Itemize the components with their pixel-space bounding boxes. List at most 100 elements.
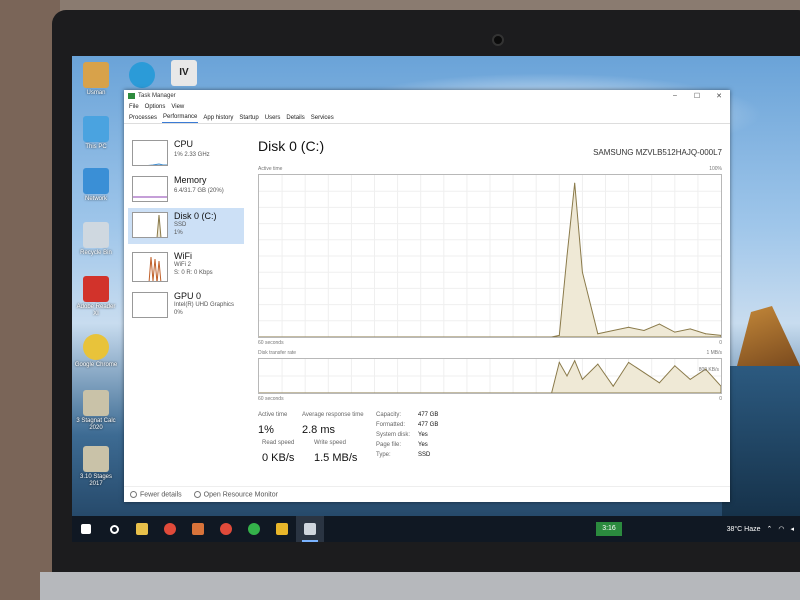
sidebar-item-detail: Intel(R) UHD Graphics <box>174 302 235 308</box>
document-icon <box>83 446 109 472</box>
taskbar-chrome-1[interactable] <box>156 516 184 542</box>
active-time-value: 1% <box>258 424 274 436</box>
desktop-icon-edge[interactable] <box>120 62 164 88</box>
desktop-icon-this-pc[interactable]: This PC <box>74 116 118 151</box>
search-button[interactable] <box>100 516 128 542</box>
graph2-max-label: 1 MB/s <box>706 350 722 356</box>
window-controls: – ☐ ✕ <box>664 92 730 100</box>
transfer-rate-chart <box>259 359 721 393</box>
maximize-button[interactable]: ☐ <box>686 92 708 100</box>
open-resource-monitor-link[interactable]: Open Resource Monitor <box>193 490 278 498</box>
sidebar-item-detail-2: 0% <box>174 310 183 316</box>
sidebar-item-label: WiFi <box>174 251 192 261</box>
system-tray: 38°C Haze ⌃ ◠ ◂ <box>727 516 800 542</box>
menu-options[interactable]: Options <box>145 104 166 110</box>
chart-point <box>558 361 560 363</box>
webcam <box>492 34 504 46</box>
sidebar-item-disk-0[interactable]: Disk 0 (C:) SSD 1% <box>128 208 244 244</box>
task-manager-icon <box>128 93 135 99</box>
chart-point <box>628 361 630 363</box>
chart-point <box>643 330 645 332</box>
desktop-icon-adobe-reader[interactable]: Adobe Reader XI <box>74 276 118 318</box>
taskbar-media[interactable] <box>184 516 212 542</box>
wallpaper-sea <box>722 366 800 516</box>
menu-view[interactable]: View <box>171 104 184 110</box>
active-time-label: Active time <box>258 412 288 418</box>
taskbar-chrome-2[interactable] <box>212 516 240 542</box>
info-value: Yes <box>418 432 428 438</box>
avg-response-label: Average response time <box>302 412 364 418</box>
title-bar[interactable]: Task Manager – ☐ ✕ <box>124 90 730 102</box>
desktop-icon-shortcut-2[interactable]: 3.10 Stages 2017 <box>74 446 118 488</box>
sidebar-item-cpu[interactable]: CPU 1% 2.33 GHz <box>128 136 244 172</box>
tab-details[interactable]: Details <box>285 115 305 123</box>
sidebar-item-detail-2: 1% <box>174 230 183 236</box>
sidebar-item-memory[interactable]: Memory 6.4/31.7 GB (20%) <box>128 172 244 208</box>
sidebar-item-detail: SSD <box>174 222 187 228</box>
window-title: Task Manager <box>138 93 176 99</box>
taskbar-whatsapp[interactable] <box>240 516 268 542</box>
graph1-min-label: 0 <box>719 340 722 346</box>
desktop-icon-label: 3.10 Stages 2017 <box>79 474 113 487</box>
volume-icon[interactable]: ◂ <box>790 525 794 533</box>
cpu-thumbnail-graph <box>132 140 168 166</box>
tab-performance[interactable]: Performance <box>162 114 199 123</box>
graph1-caption: Active time <box>258 166 283 172</box>
chart-point <box>674 331 676 333</box>
tab-users[interactable]: Users <box>264 115 282 123</box>
desktop-icon-label: Google Chrome <box>74 362 118 368</box>
tab-app-history[interactable]: App history <box>202 115 234 123</box>
chart-point <box>597 363 599 365</box>
sidebar-item-gpu-0[interactable]: GPU 0 Intel(R) UHD Graphics 0% <box>128 288 244 324</box>
chart-point <box>643 372 645 374</box>
wifi-icon[interactable]: ◠ <box>778 525 784 533</box>
fewer-details-link[interactable]: Fewer details <box>130 490 182 498</box>
avg-response-value: 2.8 ms <box>302 424 336 436</box>
taskbar-task-manager[interactable] <box>296 516 324 542</box>
desktop-icon-recycle-bin[interactable]: Recycle Bin <box>74 222 118 257</box>
tab-services[interactable]: Services <box>310 115 335 123</box>
sidebar-item-wifi[interactable]: WiFi WiFi 2 S: 0 R: 0 Kbps <box>128 248 244 284</box>
pdf-icon <box>83 276 109 302</box>
wifi-thumbnail-graph <box>132 252 168 282</box>
tab-startup[interactable]: Startup <box>238 115 259 123</box>
media-icon <box>192 523 204 535</box>
chart-point <box>581 378 583 380</box>
chart-point <box>581 271 583 273</box>
desktop-icon-shortcut-1[interactable]: 3 Stagnat Calc 2020 <box>74 390 118 432</box>
desktop-icon-label: Usman <box>86 90 106 96</box>
search-icon <box>109 524 119 534</box>
edge-icon <box>129 62 155 88</box>
desktop-icon-chrome[interactable]: Google Chrome <box>74 334 118 369</box>
chevron-up-icon[interactable]: ⌃ <box>767 525 773 533</box>
chart-point <box>597 333 599 335</box>
chart-point <box>674 365 676 367</box>
taskbar-app[interactable] <box>268 516 296 542</box>
taskbar-file-explorer[interactable] <box>128 516 156 542</box>
desktop-icon-label: Recycle Bin <box>80 250 112 256</box>
minimize-button[interactable]: – <box>664 92 686 100</box>
sidebar-item-label: Disk 0 (C:) <box>174 211 217 221</box>
close-button[interactable]: ✕ <box>708 92 730 100</box>
desktop-icon-iv[interactable]: IV <box>162 60 206 86</box>
info-label: Page file: <box>376 442 402 448</box>
transfer-rate-graph: 800 KB/s <box>258 358 722 394</box>
menu-file[interactable]: File <box>129 104 139 110</box>
desktop-icon-network[interactable]: Network <box>74 168 118 203</box>
graph1-max-label: 100% <box>709 166 722 172</box>
memory-thumbnail-graph <box>132 176 168 202</box>
desktop-icon-label: This PC <box>85 144 107 150</box>
desktop-icon-user[interactable]: Usman <box>74 62 118 97</box>
chrome-icon <box>164 523 176 535</box>
start-button[interactable] <box>72 516 100 542</box>
sidebar-item-detail: WiFi 2 <box>174 262 191 268</box>
weather-widget[interactable]: 38°C Haze <box>727 526 761 533</box>
task-manager-icon <box>304 523 316 535</box>
sidebar-item-detail: 6.4/31.7 GB (20%) <box>174 188 224 194</box>
wallpaper-rock <box>737 306 800 366</box>
info-value: Yes <box>418 442 428 448</box>
chevron-up-icon <box>130 490 137 498</box>
taskbar-clock[interactable]: 3:16 <box>596 522 622 536</box>
active-time-graph <box>258 174 722 338</box>
tab-processes[interactable]: Processes <box>128 115 158 123</box>
